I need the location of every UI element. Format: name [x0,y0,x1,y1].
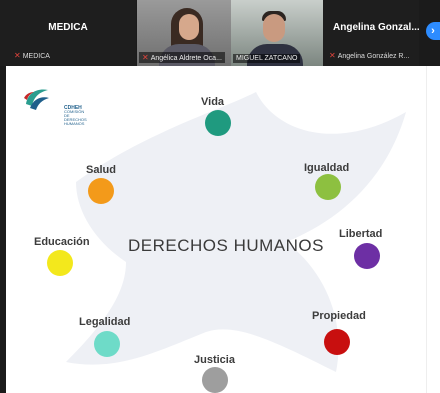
cdheh-logo: CDHEH COMISIÓN DE DERECHOS HUMANOS [22,84,87,126]
right-label-salud: Salud [86,164,116,176]
mic-muted-icon: ✕ [142,53,149,62]
mic-muted-icon: ✕ [14,51,21,60]
participant-tile-medica[interactable]: MEDICA ✕ MEDICA [0,0,136,66]
participant-name: MEDICA [48,22,88,33]
right-dot-propiedad [324,329,350,355]
logo-text: CDHEH COMISIÓN DE DERECHOS HUMANOS [64,106,87,126]
slide-title: DERECHOS HUMANOS [128,236,324,255]
right-dot-vida [205,110,231,136]
right-label-justicia: Justicia [194,354,235,366]
right-dot-libertad [354,243,380,269]
logo-emblem-icon [24,89,49,110]
participant-video-label-text: Angélica Aldrete Oca... [150,55,222,62]
participant-video-2[interactable]: MIGUEL ZATCANO [231,0,323,66]
participant-tile-angelina[interactable]: Angelina Gonzal... ✕ Angelina González R.… [323,0,419,66]
participant-name: Angelina Gonzal... [333,22,419,33]
next-participants-button[interactable]: › [426,22,440,40]
participant-subtitle: ✕ MEDICA [14,51,50,60]
right-dot-legalidad [94,331,120,357]
participant-video-label: MIGUEL ZATCANO [233,54,301,63]
right-label-vida: Vida [201,96,225,108]
right-label-libertad: Libertad [339,228,383,240]
right-label-educacion: Educación [34,236,90,248]
person-face [179,14,199,40]
right-label-propiedad: Propiedad [312,310,366,322]
participant-video-label: ✕ Angélica Aldrete Oca... [139,52,225,63]
window-edge-right [426,66,440,393]
shared-slide: CDHEH COMISIÓN DE DERECHOS HUMANOS DEREC… [6,72,426,393]
participant-strip: MEDICA ✕ MEDICA ✕ Angélica Aldrete Oca... … [0,0,440,66]
participant-video-label-text: MIGUEL ZATCANO [236,55,298,62]
logo-line: HUMANOS [64,121,85,126]
participant-video-1[interactable]: ✕ Angélica Aldrete Oca... [137,0,231,66]
participant-subtitle-text: Angelina González R... [337,53,410,60]
mic-muted-icon: ✕ [329,51,336,60]
right-dot-educacion [47,250,73,276]
person-face [263,14,285,42]
participant-subtitle-text: MEDICA [22,53,50,60]
participant-subtitle: ✕ Angelina González R... [329,51,409,60]
right-dot-igualdad [315,174,341,200]
right-label-legalidad: Legalidad [79,316,131,328]
right-label-igualdad: Igualdad [304,162,350,174]
right-dot-salud [88,178,114,204]
right-dot-justicia [202,367,228,393]
